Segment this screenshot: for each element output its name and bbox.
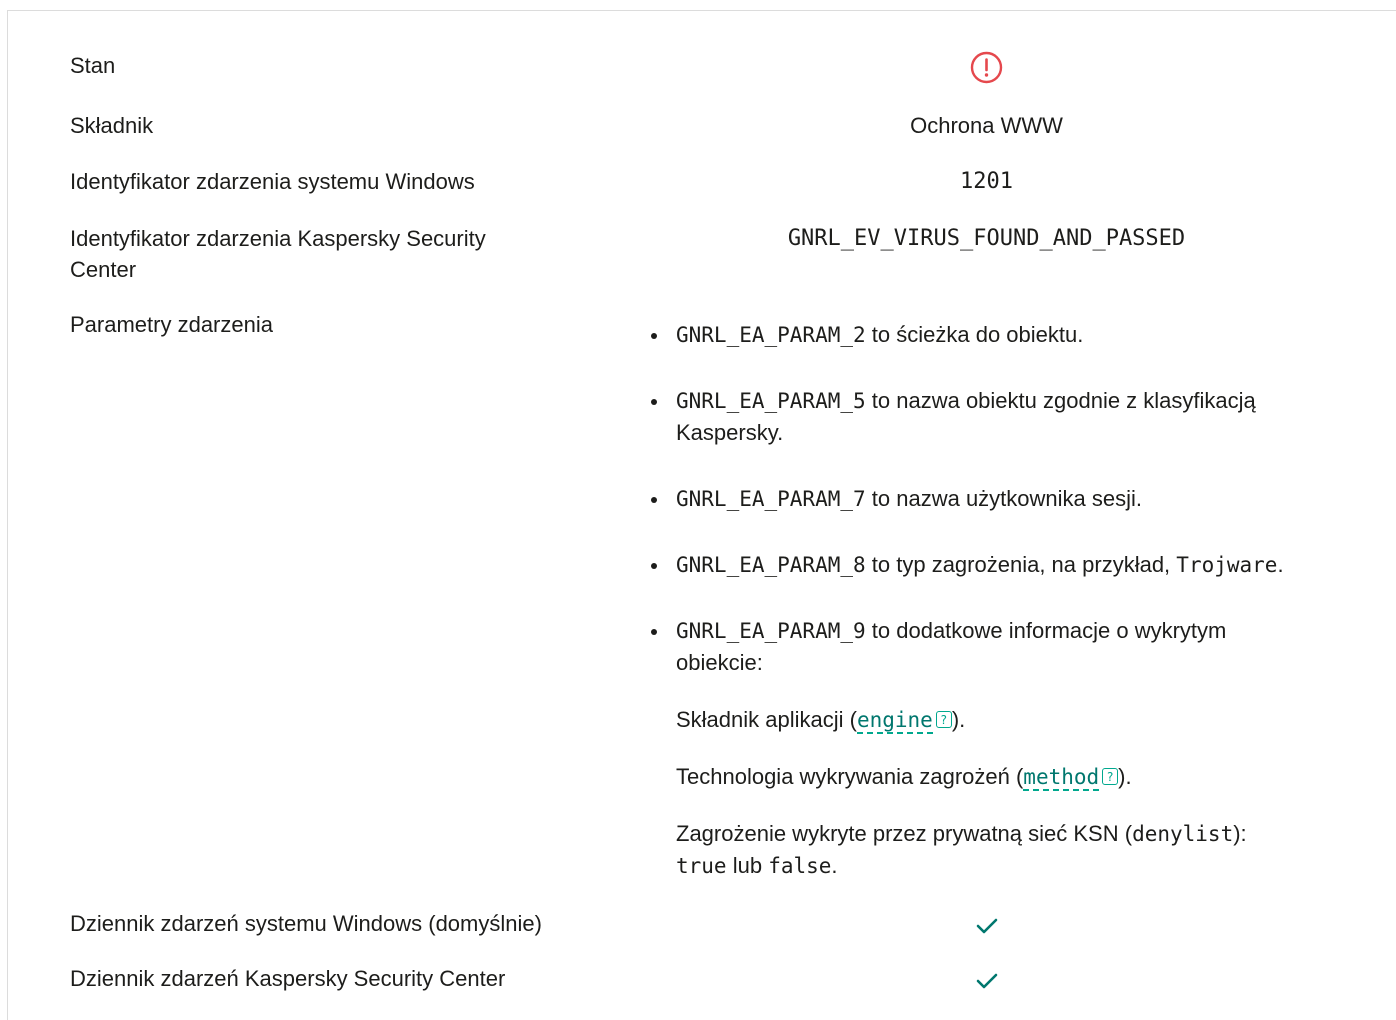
param-code: GNRL_EA_PARAM_7 [676, 487, 866, 511]
param-code: GNRL_EA_PARAM_8 [676, 553, 866, 577]
checkmark-icon [976, 918, 998, 934]
engine-detail: Składnik aplikacji (engine?). [676, 704, 1356, 736]
component-label: Składnik [70, 113, 154, 138]
param-after: . [1277, 552, 1284, 577]
ksc-event-id-label-line1: Identyfikator zdarzenia Kaspersky Securi… [70, 226, 486, 251]
params-list: GNRL_EA_PARAM_2 to ścieżka do obiektu. G… [651, 319, 1356, 882]
param-item: GNRL_EA_PARAM_5 to nazwa obiektu zgodnie… [651, 385, 1356, 449]
win-event-id-label: Identyfikator zdarzenia systemu Windows [70, 169, 475, 194]
param-item: GNRL_EA_PARAM_8 to typ zagrożenia, na pr… [651, 549, 1356, 581]
param-text: to ścieżka do obiektu. [871, 322, 1084, 347]
help-icon[interactable]: ? [935, 711, 952, 728]
param-code: GNRL_EA_PARAM_2 [676, 323, 866, 347]
method-suffix: ). [1118, 764, 1132, 789]
method-link[interactable]: method [1023, 765, 1100, 791]
param-text: to nazwa obiektu zgodnie z klasyfikacją [871, 388, 1256, 413]
ksc-log-label: Dziennik zdarzeń Kaspersky Security Cent… [70, 966, 506, 991]
or-text: lub [732, 853, 763, 878]
param-example: Trojware [1176, 553, 1278, 577]
ksn-detail: Zagrożenie wykryte przez prywatną sieć K… [676, 818, 1356, 882]
ksc-event-id-value: GNRL_EV_VIRUS_FOUND_AND_PASSED [787, 226, 1186, 251]
engine-link[interactable]: engine [856, 708, 933, 734]
param-text: to dodatkowe informacje o wykrytym [871, 618, 1227, 643]
ksn-text: Zagrożenie wykryte przez prywatną sieć K… [676, 821, 1133, 846]
param-item: GNRL_EA_PARAM_7 to nazwa użytkownika ses… [651, 483, 1356, 515]
win-event-id-value: 1201 [960, 169, 1013, 194]
params-label: Parametry zdarzenia [70, 312, 273, 337]
param-text: to typ zagrożenia, na przykład, [871, 552, 1171, 577]
method-prefix: Technologia wykrywania zagrożeń ( [676, 764, 1024, 789]
method-detail: Technologia wykrywania zagrożeń (method?… [676, 761, 1356, 793]
ksn-close: ): [1233, 821, 1247, 846]
false-code: false [768, 854, 832, 878]
ksn-code: denylist [1132, 822, 1234, 846]
param-code: GNRL_EA_PARAM_5 [676, 389, 866, 413]
param-text: to nazwa użytkownika sesji. [871, 486, 1143, 511]
ksc-event-id-label: Identyfikator zdarzenia Kaspersky Securi… [70, 223, 486, 285]
param-item: GNRL_EA_PARAM_2 to ścieżka do obiektu. [651, 319, 1356, 351]
param-code: GNRL_EA_PARAM_9 [676, 619, 866, 643]
error-circle-icon [970, 51, 1003, 84]
status-label: Stan [70, 53, 116, 78]
component-value: Ochrona WWW [910, 113, 1063, 138]
win-log-label: Dziennik zdarzeń systemu Windows (domyśl… [70, 911, 542, 936]
engine-suffix: ). [951, 707, 966, 732]
end-dot: . [831, 853, 838, 878]
help-icon[interactable]: ? [1102, 768, 1119, 785]
checkmark-icon [976, 973, 998, 989]
param-text-cont: Kaspersky. [676, 420, 784, 445]
param-item: GNRL_EA_PARAM_9 to dodatkowe informacje … [651, 615, 1356, 882]
true-code: true [676, 854, 727, 878]
ksc-event-id-label-line2: Center [70, 257, 137, 282]
engine-prefix: Składnik aplikacji ( [676, 707, 857, 732]
param-text-cont: obiekcie: [676, 650, 763, 675]
